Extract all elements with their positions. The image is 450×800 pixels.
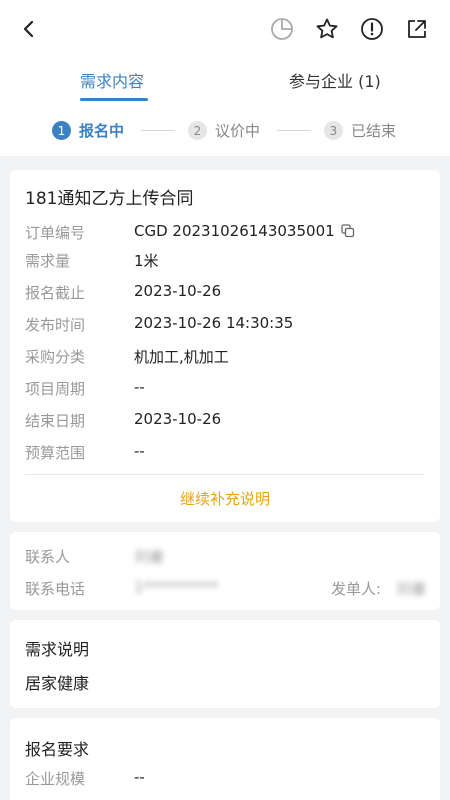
- field-value: 1米: [134, 252, 159, 270]
- issuer-label: 发单人:: [331, 580, 382, 598]
- step-number: 3: [324, 121, 343, 140]
- contact-person-label: 联系人: [25, 548, 71, 566]
- requirements-title: 报名要求: [25, 740, 90, 759]
- step-label: 议价中: [215, 122, 261, 140]
- field-value: 2023-10-26: [134, 282, 222, 300]
- step-label: 已结束: [351, 122, 397, 140]
- issuer-value: 刘睿: [396, 580, 427, 598]
- alert-icon[interactable]: [355, 12, 389, 46]
- copy-icon[interactable]: [341, 224, 355, 238]
- field-value: --: [134, 378, 145, 396]
- order-number: CGD 20231026143035001: [134, 222, 355, 240]
- field-label: 报名截止: [25, 284, 86, 302]
- tab-participating-companies[interactable]: 参与企业 (1): [289, 68, 381, 92]
- field-value: 机加工,机加工: [134, 348, 229, 366]
- field-label: 需求量: [25, 252, 71, 270]
- field-value: --: [134, 442, 145, 460]
- contact-phone-value: 1**********: [134, 578, 219, 596]
- pie-chart-icon[interactable]: [265, 12, 299, 46]
- order-card: 181通知乙方上传合同 订单编号 CGD 20231026143035001 需…: [10, 170, 440, 522]
- share-icon[interactable]: [400, 12, 434, 46]
- field-label: 采购分类: [25, 348, 86, 366]
- field-label: 订单编号: [25, 224, 86, 242]
- order-number-value: CGD 20231026143035001: [134, 222, 335, 240]
- tab-bar: 需求内容 参与企业 (1): [0, 60, 450, 104]
- description-content: 居家健康: [25, 674, 90, 693]
- star-icon[interactable]: [310, 12, 344, 46]
- description-card: 需求说明 居家健康: [10, 620, 440, 708]
- field-value: 2023-10-26: [134, 410, 222, 428]
- requirements-card: 报名要求 企业规模 --: [10, 718, 440, 800]
- contact-phone-label: 联系电话: [25, 580, 86, 598]
- contact-person-value: 刘睿: [134, 548, 165, 566]
- top-bar: [0, 0, 450, 60]
- order-title: 181通知乙方上传合同: [25, 189, 194, 209]
- step-label: 报名中: [79, 122, 125, 140]
- field-label: 项目周期: [25, 380, 86, 398]
- field-label: 企业规模: [25, 770, 86, 788]
- progress-steps: 1 报名中 2 议价中 3 已结束: [0, 104, 450, 156]
- divider: [25, 474, 425, 475]
- step-connector: [141, 130, 175, 131]
- step-number: 2: [188, 121, 207, 140]
- field-value: 2023-10-26 14:30:35: [134, 314, 294, 332]
- continue-supplement-button[interactable]: 继续补充说明: [10, 488, 440, 509]
- tab-demand-content[interactable]: 需求内容: [80, 68, 144, 92]
- step-negotiating: 2 议价中: [188, 120, 260, 141]
- field-label: 发布时间: [25, 316, 86, 334]
- field-label: 预算范围: [25, 444, 86, 462]
- step-connector: [277, 130, 311, 131]
- back-icon[interactable]: [12, 12, 46, 46]
- step-registering: 1 报名中: [52, 120, 124, 141]
- step-number: 1: [52, 121, 71, 140]
- field-label: 结束日期: [25, 412, 86, 430]
- field-value: --: [134, 768, 145, 786]
- contact-card: 联系人 刘睿 联系电话 1********** 发单人: 刘睿: [10, 532, 440, 610]
- tab-underline: [80, 98, 148, 101]
- step-finished: 3 已结束: [324, 120, 396, 141]
- description-title: 需求说明: [25, 640, 90, 659]
